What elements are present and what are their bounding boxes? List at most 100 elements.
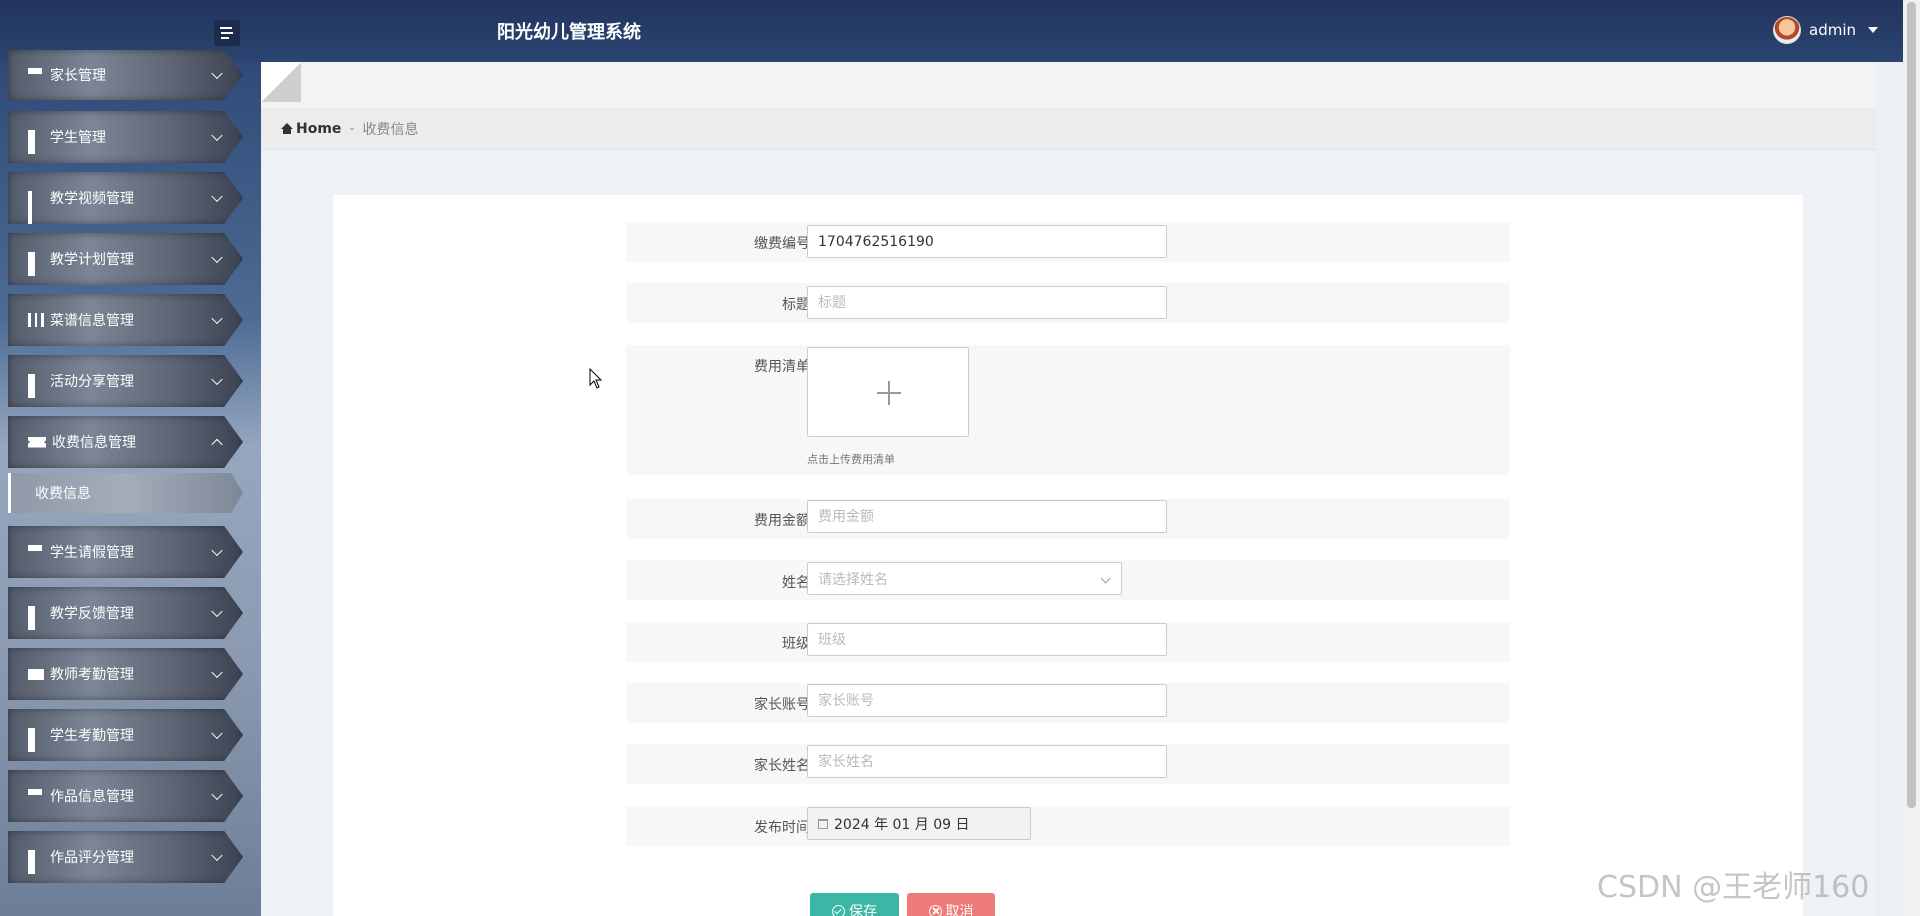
parent-account-input[interactable]	[807, 684, 1167, 717]
sidebar-subitem-fee-info[interactable]: 收费信息	[8, 473, 243, 513]
breadcrumb-separator: -	[349, 120, 355, 137]
sidebar-item-label: 菜谱信息管理	[50, 313, 134, 329]
grid-icon	[28, 374, 44, 398]
chevron-down-icon	[211, 251, 223, 264]
save-button[interactable]: 保存	[810, 893, 899, 916]
parent-account-label: 家长账号	[754, 697, 810, 713]
breadcrumb-home-label[interactable]: Home	[296, 121, 341, 137]
sidebar-item-teaching-video-management[interactable]: 教学视频管理	[8, 172, 243, 224]
check-circle-icon	[832, 904, 845, 916]
chevron-down-icon	[211, 727, 223, 740]
title-label: 标题	[782, 297, 810, 313]
username[interactable]: admin	[1809, 21, 1856, 39]
sidebar-menu: 家长管理 学生管理 教学视频管理 教学计划管理 菜谱信息管理 活动分享管理 收费…	[8, 50, 243, 892]
sidebar-item-work-info-management[interactable]: 作品信息管理	[8, 770, 243, 822]
caret-down-icon[interactable]	[1868, 27, 1878, 33]
name-select[interactable]: 请选择姓名	[807, 562, 1122, 595]
chevron-down-icon	[211, 312, 223, 325]
grid-icon	[28, 728, 44, 752]
sidebar-item-teacher-attendance-management[interactable]: 教师考勤管理	[8, 648, 243, 700]
sidebar-item-teaching-feedback-management[interactable]: 教学反馈管理	[8, 587, 243, 639]
chevron-down-icon	[211, 605, 223, 618]
sidebar-item-student-leave-management[interactable]: 学生请假管理	[8, 526, 243, 578]
avatar[interactable]	[1773, 16, 1801, 44]
sidebar-toggle-icon[interactable]	[214, 20, 240, 46]
cancel-button[interactable]: 取消	[907, 893, 995, 916]
grid-icon	[28, 850, 44, 874]
close-circle-icon	[928, 904, 942, 916]
grid-icon	[28, 252, 44, 276]
chevron-down-icon	[211, 849, 223, 862]
payment-no-input[interactable]	[807, 225, 1167, 258]
parent-name-input[interactable]	[807, 745, 1167, 778]
page-fold-decoration	[261, 62, 301, 102]
publish-time-label: 发布时间	[754, 820, 810, 836]
sliders-icon	[28, 545, 44, 559]
sidebar-item-label: 学生请假管理	[50, 545, 134, 561]
grid9-icon	[28, 191, 44, 224]
chevron-down-icon	[211, 544, 223, 557]
sidebar-item-label: 教学反馈管理	[50, 606, 134, 622]
chevron-down-icon	[211, 373, 223, 386]
sidebar-item-activity-sharing-management[interactable]: 活动分享管理	[8, 355, 243, 407]
fee-list-label: 费用清单	[754, 359, 810, 375]
name-label: 姓名	[782, 575, 810, 591]
publish-time-value: 2024 年 01 月 09 日	[834, 816, 970, 833]
sidebar-item-parent-management[interactable]: 家长管理	[8, 50, 243, 100]
scrollbar-thumb[interactable]	[1907, 2, 1916, 808]
sidebar-item-label: 学生考勤管理	[50, 728, 134, 744]
sidebar-item-label: 教学视频管理	[50, 191, 134, 207]
chevron-down-icon	[211, 666, 223, 679]
save-button-label: 保存	[849, 903, 877, 916]
title-input[interactable]	[807, 286, 1167, 319]
top-navbar	[0, 0, 1920, 62]
form-row-publish-time: 发布时间 2024 年 01 月 09 日	[626, 806, 1510, 846]
sidebar-item-student-attendance-management[interactable]: 学生考勤管理	[8, 709, 243, 761]
sidebar-item-label: 作品评分管理	[50, 850, 134, 866]
sidebar-item-fee-management[interactable]: 收费信息管理	[8, 416, 243, 468]
class-input[interactable]	[807, 623, 1167, 656]
sidebar-item-label: 活动分享管理	[50, 374, 134, 390]
sidebar-item-label: 家长管理	[50, 68, 106, 84]
list-icon	[28, 789, 44, 803]
sidebar-item-teaching-plan-management[interactable]: 教学计划管理	[8, 233, 243, 285]
grid-icon	[28, 130, 44, 154]
breadcrumb: Home - 收费信息	[261, 108, 1876, 150]
sidebar-item-label: 学生管理	[50, 130, 106, 146]
plus-icon-bar	[877, 392, 901, 394]
sidebar-item-label: 作品信息管理	[50, 789, 134, 805]
grid-icon	[28, 606, 44, 630]
user-menu[interactable]: admin	[1773, 16, 1878, 44]
chevron-down-icon	[1100, 573, 1111, 584]
parent-name-label: 家长姓名	[754, 758, 810, 774]
payment-no-label: 缴费编号	[754, 236, 810, 252]
list-icon	[28, 68, 44, 82]
chevron-down-icon	[211, 788, 223, 801]
sidebar-item-recipe-management[interactable]: 菜谱信息管理	[8, 294, 243, 346]
fee-list-upload-button[interactable]	[807, 347, 969, 437]
amount-input[interactable]	[807, 500, 1167, 533]
form-row-fee-list: 费用清单 点击上传费用清单	[626, 345, 1510, 475]
sidebar-item-student-management[interactable]: 学生管理	[8, 111, 243, 163]
name-select-placeholder: 请选择姓名	[818, 571, 888, 588]
sidebar-item-work-score-management[interactable]: 作品评分管理	[8, 831, 243, 883]
form-row-parent-name: 家长姓名	[626, 744, 1510, 784]
sidebar-item-label: 收费信息管理	[52, 435, 136, 451]
briefcase-icon	[28, 668, 44, 680]
sidebar-item-label: 教学计划管理	[50, 252, 134, 268]
page-scrollbar[interactable]	[1903, 0, 1920, 916]
watermark: CSDN @王老师160	[1597, 870, 1870, 905]
book-icon	[28, 313, 44, 327]
form-row-name: 姓名 请选择姓名	[626, 560, 1510, 600]
publish-time-date-picker[interactable]: 2024 年 01 月 09 日	[807, 807, 1031, 840]
breadcrumb-home[interactable]: Home	[281, 121, 341, 137]
class-label: 班级	[782, 636, 810, 652]
amount-label: 费用金额	[754, 513, 810, 529]
chevron-down-icon	[211, 190, 223, 203]
cancel-button-label: 取消	[945, 903, 974, 916]
form-row-parent-account: 家长账号	[626, 683, 1510, 723]
content-top-strip	[261, 62, 1876, 108]
ticket-icon	[28, 436, 46, 448]
chevron-down-icon	[211, 67, 223, 80]
form-row-amount: 费用金额	[626, 499, 1510, 539]
